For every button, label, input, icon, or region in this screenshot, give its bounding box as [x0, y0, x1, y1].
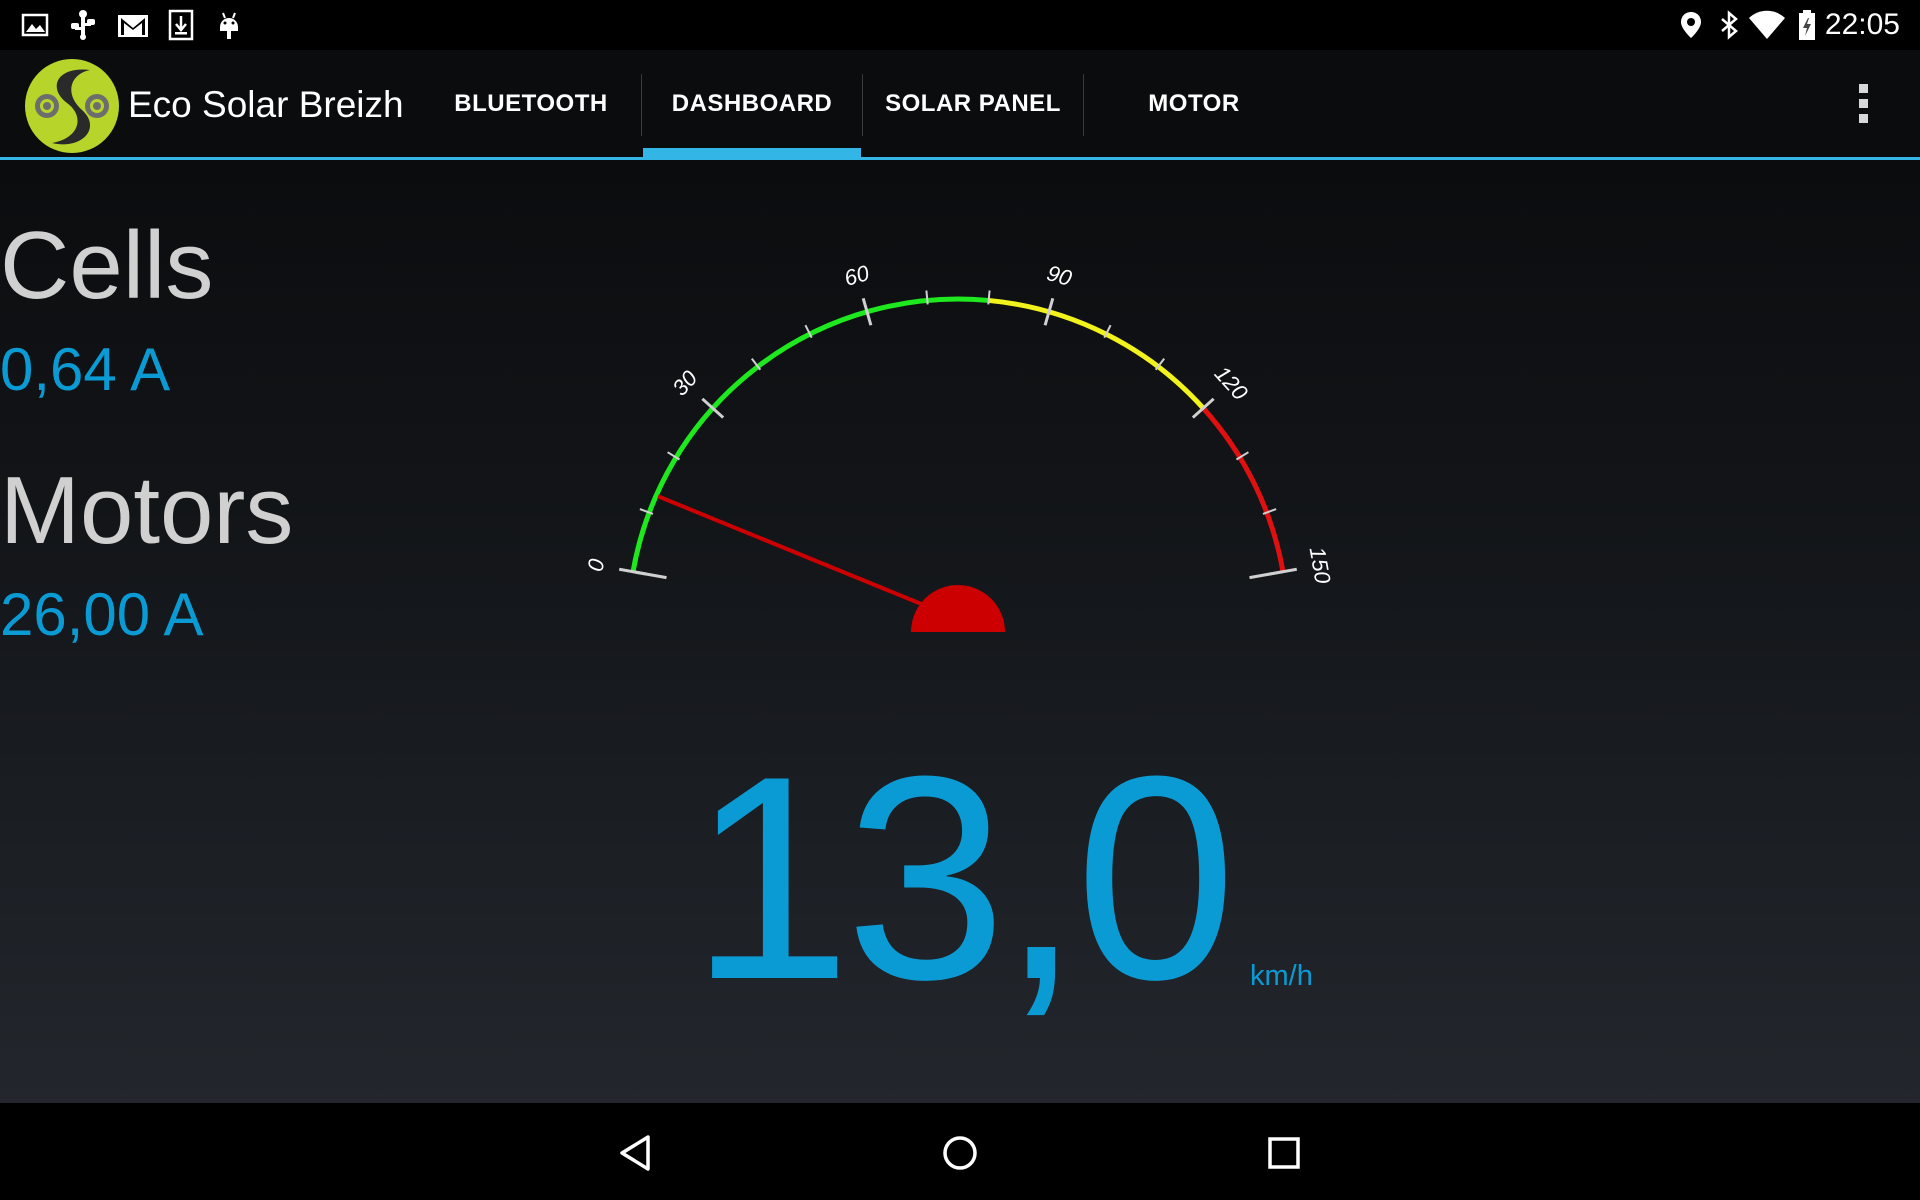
gauge-needle-hub: [911, 585, 1005, 632]
gauge-tick-label: 60: [841, 260, 872, 291]
download-icon: [168, 9, 194, 41]
navigation-bar: [0, 1103, 1920, 1200]
gauge-tick: [925, 290, 929, 305]
clock: 22:05: [1824, 8, 1900, 41]
gauge-tick-label: 30: [667, 365, 702, 400]
gauge-needle: [657, 494, 959, 621]
gauge-tick-label: 90: [1044, 260, 1075, 291]
gauge-zone-0: [630, 296, 989, 573]
usb-debug-icon: [71, 10, 95, 40]
tab-dashboard[interactable]: DASHBOARD: [643, 50, 861, 157]
gauge-tick: [987, 290, 991, 305]
tab-bluetooth[interactable]: BLUETOOTH: [423, 50, 639, 157]
tab-motor[interactable]: MOTOR: [1084, 50, 1304, 157]
gauge-tick-label: 0: [583, 556, 610, 573]
gauge-tick-label: 120: [1210, 361, 1254, 406]
wifi-icon: [1749, 10, 1785, 39]
app-title: Eco Solar Breizh: [128, 84, 404, 125]
overflow-menu-icon[interactable]: [1856, 84, 1870, 128]
speed-value: 13,0: [690, 716, 1236, 1040]
tab-label: MOTOR: [1148, 89, 1240, 117]
home-icon[interactable]: [932, 1125, 988, 1181]
tab-solar-panel[interactable]: SOLAR PANEL: [863, 50, 1083, 157]
back-icon[interactable]: [608, 1125, 664, 1181]
gallery-icon: [21, 13, 49, 37]
tab-selected-indicator: [643, 148, 861, 157]
gauge-zone-1: [988, 297, 1206, 410]
gauge-tick-label: 150: [1305, 545, 1336, 586]
tab-label: SOLAR PANEL: [885, 89, 1061, 117]
location-icon: [1681, 12, 1701, 38]
gauge-end-tick: [1249, 570, 1284, 580]
android-icon: [220, 12, 238, 39]
battery-charging-icon: [1799, 10, 1815, 40]
gauge-zone-2: [1201, 406, 1286, 573]
gauge-end-tick: [632, 570, 667, 580]
recents-icon[interactable]: [1256, 1125, 1312, 1181]
gmail-icon: [118, 15, 148, 37]
tab-divider: [641, 74, 642, 136]
tab-label: DASHBOARD: [671, 89, 833, 117]
app-logo[interactable]: [22, 58, 122, 154]
speed-unit: km/h: [1250, 960, 1313, 992]
action-bar: Eco Solar Breizh BLUETOOTH DASHBOARD SOL…: [0, 50, 1920, 160]
dashboard-content: Cells 0,64 A Motors 26,00 A 0 30 60 90 120 15…: [0, 160, 1920, 1103]
bluetooth-icon: [1721, 10, 1738, 40]
status-bar: 22:05: [0, 0, 1920, 50]
tab-label: BLUETOOTH: [454, 89, 608, 117]
